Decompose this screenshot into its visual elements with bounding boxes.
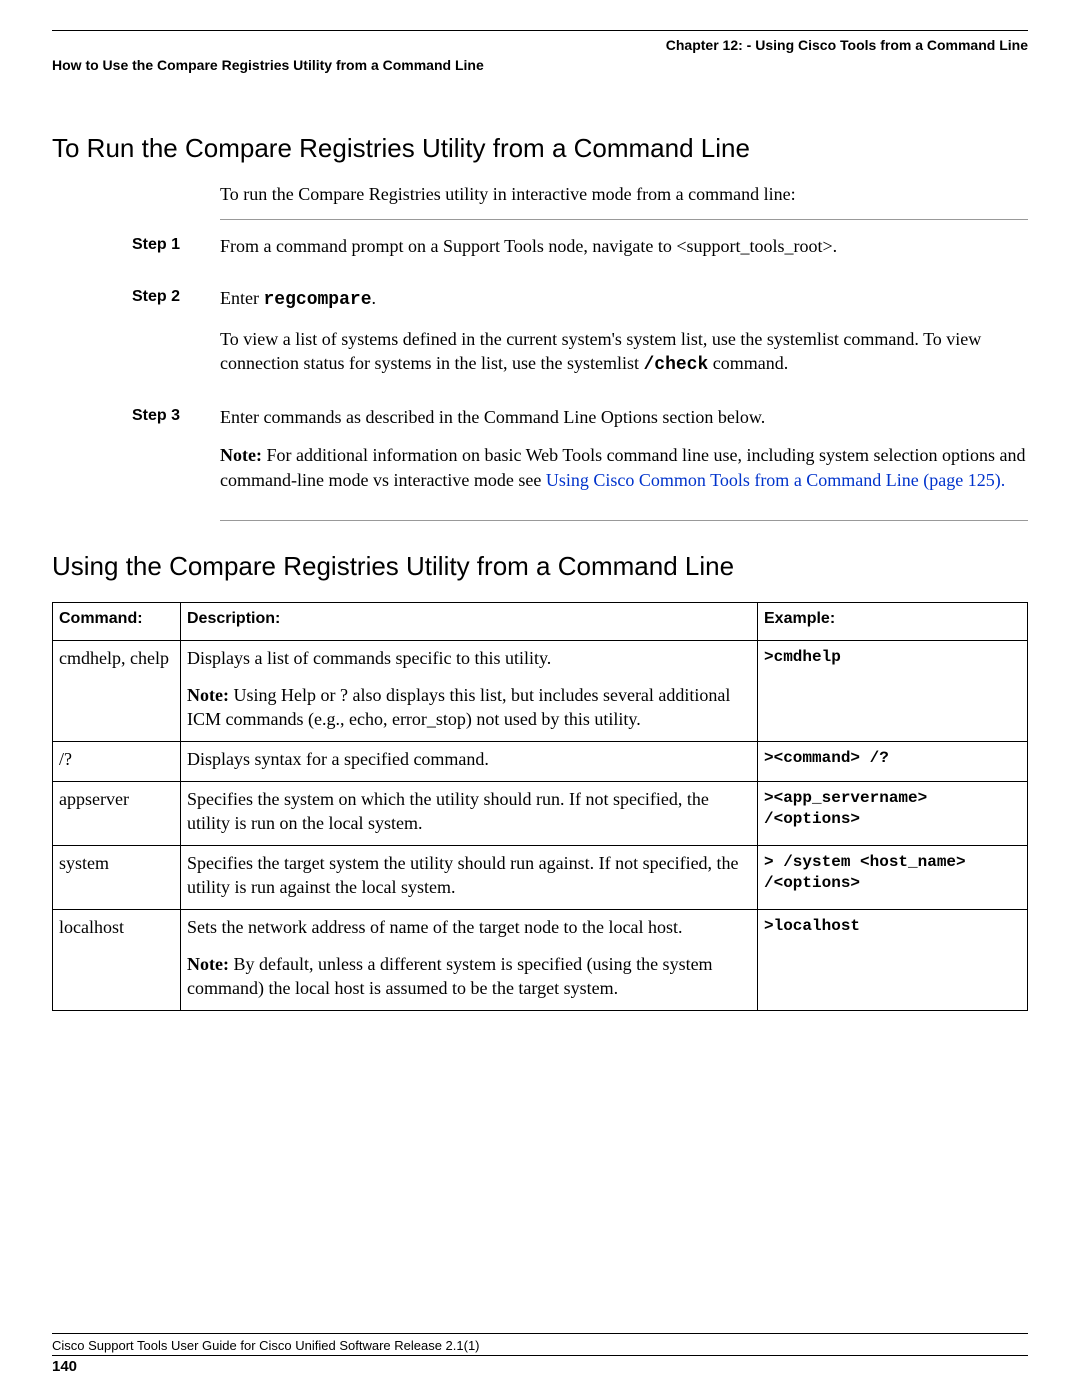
text: By default, unless a different system is… [187, 954, 713, 997]
steps-container: Step 1 From a command prompt on a Suppor… [132, 234, 1028, 506]
step-body: Enter regcompare. To view a list of syst… [220, 286, 1028, 391]
step-row: Step 3 Enter commands as described in th… [132, 405, 1028, 506]
cell-command: localhost [53, 910, 181, 1011]
step-body: Enter commands as described in the Comma… [220, 405, 1028, 506]
text: Sets the network address of name of the … [187, 916, 751, 939]
note-label: Note: [187, 685, 229, 705]
footer-rule [52, 1355, 1028, 1356]
page: Chapter 12: - Using Cisco Tools from a C… [0, 0, 1080, 1397]
code: regcompare [263, 290, 371, 310]
step-row: Step 1 From a command prompt on a Suppor… [132, 234, 1028, 272]
step-row: Step 2 Enter regcompare. To view a list … [132, 286, 1028, 391]
step-text: Enter regcompare. [220, 286, 1028, 312]
text: Note: Using Help or ? also displays this… [187, 684, 751, 731]
cell-command: system [53, 846, 181, 910]
step-text: From a command prompt on a Support Tools… [220, 234, 1028, 258]
footer-rule [52, 1333, 1028, 1334]
text: Using Help or ? also displays this list,… [187, 685, 730, 728]
text: Displays syntax for a specified command. [187, 748, 751, 771]
cell-description: Specifies the target system the utility … [181, 846, 758, 910]
cell-example: ><command> /? [758, 742, 1028, 782]
step-text: Enter commands as described in the Comma… [220, 405, 1028, 429]
intro-text: To run the Compare Registries utility in… [220, 184, 1028, 205]
divider [220, 520, 1028, 521]
section-heading-run: To Run the Compare Registries Utility fr… [52, 133, 1028, 164]
footer: Cisco Support Tools User Guide for Cisco… [52, 1333, 1028, 1375]
cell-description: Specifies the system on which the utilit… [181, 782, 758, 846]
cell-example: >localhost [758, 910, 1028, 1011]
step-label: Step 3 [132, 405, 220, 506]
table-row: /? Displays syntax for a specified comma… [53, 742, 1028, 782]
cell-example: >cmdhelp [758, 640, 1028, 741]
cell-example: > /system <host_name> /<options> [758, 846, 1028, 910]
chapter-header: Chapter 12: - Using Cisco Tools from a C… [52, 37, 1028, 53]
table-row: appserver Specifies the system on which … [53, 782, 1028, 846]
footer-page-number: 140 [52, 1358, 1028, 1375]
footer-doc-title: Cisco Support Tools User Guide for Cisco… [52, 1338, 1028, 1353]
section-heading-using: Using the Compare Registries Utility fro… [52, 551, 1028, 582]
cell-command: appserver [53, 782, 181, 846]
code: /check [643, 355, 708, 375]
table-header-row: Command: Description: Example: [53, 603, 1028, 641]
cell-command: /? [53, 742, 181, 782]
text: Specifies the system on which the utilit… [187, 788, 751, 835]
note-label: Note: [187, 954, 229, 974]
step-note: Note: For additional information on basi… [220, 443, 1028, 492]
col-example: Example: [758, 603, 1028, 641]
breadcrumb: How to Use the Compare Registries Utilit… [52, 57, 1028, 73]
cell-description: Displays syntax for a specified command. [181, 742, 758, 782]
text: To view a list of systems defined in the… [220, 329, 981, 373]
text: Displays a list of commands specific to … [187, 647, 751, 670]
col-command: Command: [53, 603, 181, 641]
col-description: Description: [181, 603, 758, 641]
command-table: Command: Description: Example: cmdhelp, … [52, 602, 1028, 1011]
table-row: cmdhelp, chelp Displays a list of comman… [53, 640, 1028, 741]
text: Specifies the target system the utility … [187, 852, 751, 899]
cell-description: Displays a list of commands specific to … [181, 640, 758, 741]
step-text: To view a list of systems defined in the… [220, 327, 1028, 378]
cell-command: cmdhelp, chelp [53, 640, 181, 741]
table-row: localhost Sets the network address of na… [53, 910, 1028, 1011]
cross-ref-link[interactable]: Using Cisco Common Tools from a Command … [546, 470, 1005, 490]
text: Note: By default, unless a different sys… [187, 953, 751, 1000]
step-label: Step 2 [132, 286, 220, 391]
text: command. [708, 353, 788, 373]
top-rule [52, 30, 1028, 31]
note-label: Note: [220, 445, 262, 465]
step-label: Step 1 [132, 234, 220, 272]
divider [220, 219, 1028, 220]
text: Enter [220, 288, 263, 308]
cell-example: ><app_servername> /<options> [758, 782, 1028, 846]
table-row: system Specifies the target system the u… [53, 846, 1028, 910]
cell-description: Sets the network address of name of the … [181, 910, 758, 1011]
text: . [372, 288, 377, 308]
step-body: From a command prompt on a Support Tools… [220, 234, 1028, 272]
